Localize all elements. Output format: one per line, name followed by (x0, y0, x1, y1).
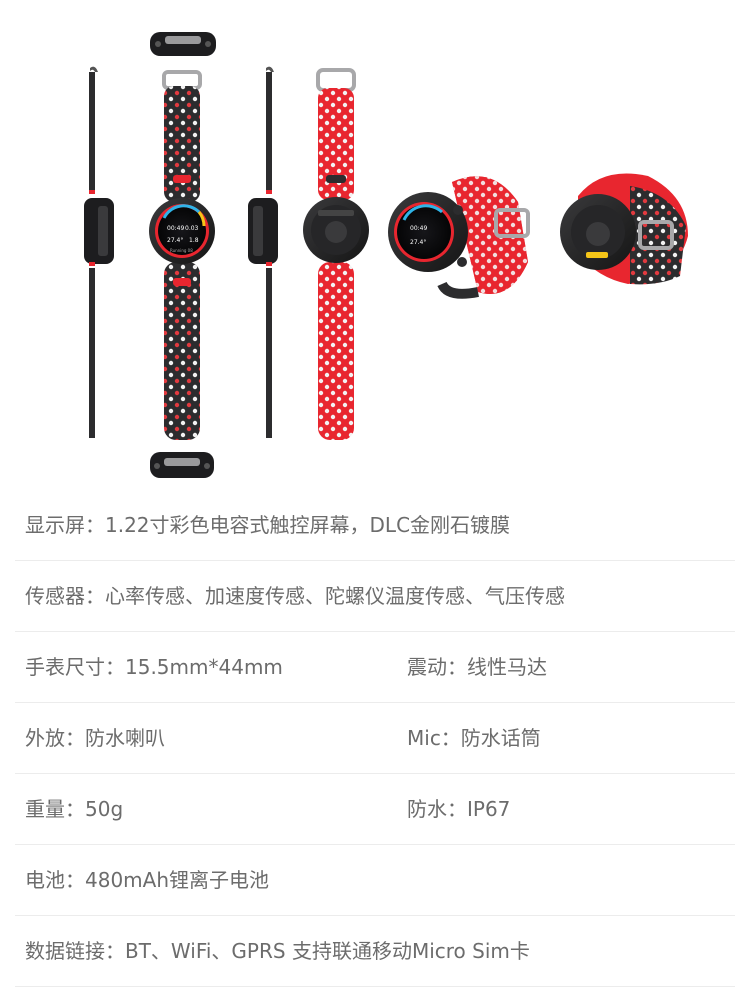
spec-row-connectivity: 数据链接：BT、WiFi、GPRS 支持联通移动Micro Sim卡 (15, 916, 735, 987)
spec-row-battery: 电池：480mAh锂离子电池 (15, 845, 735, 916)
watch-side-view-right (248, 66, 278, 438)
watch-front-black: 00:49 0.03 27.4° 1.8 Running 08 (149, 70, 215, 440)
spec-row-weight: 重量：50g 防水：IP67 (15, 774, 735, 845)
product-gallery: 00:49 0.03 27.4° 1.8 Running 08 00:49 27… (0, 0, 750, 490)
spec-vibration: 震动：线性马达 (407, 655, 547, 679)
spec-row-display: 显示屏：1.22寸彩色电容式触控屏幕，DLC金刚石镀膜 (15, 490, 735, 561)
spec-waterproof: 防水：IP67 (407, 797, 511, 821)
spec-connectivity: 数据链接：BT、WiFi、GPRS 支持联通移动Micro Sim卡 (25, 939, 530, 963)
spec-row-sensors: 传感器：心率传感、加速度传感、陀螺仪温度传感、气压传感 (15, 561, 735, 632)
spec-display: 显示屏：1.22寸彩色电容式触控屏幕，DLC金刚石镀膜 (25, 513, 511, 537)
bottom-clasp (150, 452, 214, 478)
watch-illustration: 00:49 0.03 27.4° 1.8 Running 08 00:49 27… (84, 32, 688, 478)
spec-mic: Mic：防水话筒 (407, 726, 541, 750)
spec-size: 手表尺寸：15.5mm*44mm (25, 655, 283, 679)
spec-list: 显示屏：1.22寸彩色电容式触控屏幕，DLC金刚石镀膜 传感器：心率传感、加速度… (0, 490, 750, 987)
watch-front-time: 00:49 (167, 225, 184, 232)
watch-angle-time: 00:49 (410, 225, 427, 232)
spec-battery: 电池：480mAh锂离子电池 (25, 868, 270, 892)
spec-weight: 重量：50g (25, 797, 124, 821)
watch-angle-temp: 27.4° (410, 239, 426, 246)
watch-front-temp: 27.4° (167, 237, 183, 244)
spec-row-speaker: 外放：防水喇叭 Mic：防水话筒 (15, 703, 735, 774)
watch-side-view-left (84, 66, 114, 438)
watch-front-distance: 0.03 (185, 225, 199, 232)
spec-speaker: 外放：防水喇叭 (25, 726, 165, 750)
watch-angle-back (560, 173, 688, 285)
watch-back-red (303, 68, 369, 440)
spec-row-size: 手表尺寸：15.5mm*44mm 震动：线性马达 (15, 632, 735, 703)
watch-front-value: 1.8 (189, 237, 199, 244)
watch-front-footer: Running 08 (170, 248, 193, 253)
top-clasp (150, 32, 216, 56)
spec-sensors: 传感器：心率传感、加速度传感、陀螺仪温度传感、气压传感 (25, 584, 565, 608)
watch-angle-front: 00:49 27.4° (388, 176, 530, 299)
